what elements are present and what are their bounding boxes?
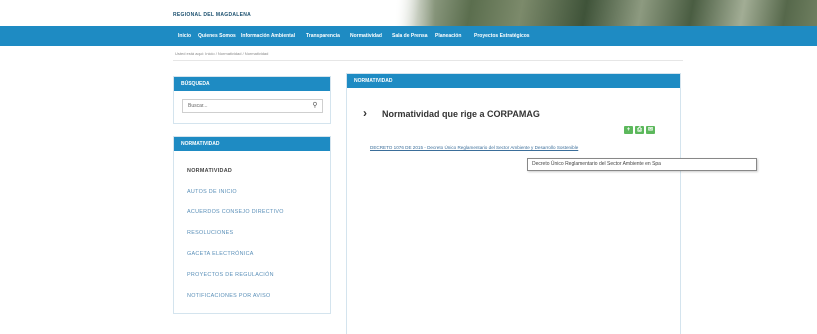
search-widget-title: BÚSQUEDA <box>174 77 330 91</box>
main-navbar: Inicio Quienes Somos Información Ambient… <box>0 26 817 46</box>
side-item-gaceta-electronica[interactable]: GACETA ELECTRÓNICA <box>187 251 254 257</box>
header-banner-image <box>395 0 817 26</box>
nav-item-informacion-ambiental[interactable]: Información Ambiental <box>241 33 295 39</box>
site-header: REGIONAL DEL MAGDALENA <box>0 0 817 26</box>
breadcrumb[interactable]: Usted está aquí: Inicio / Normatividad /… <box>175 51 268 56</box>
print-icon[interactable]: ⎙ <box>635 126 644 134</box>
nav-item-sala-de-prensa[interactable]: Sala de Prensa <box>392 33 428 39</box>
main-content-panel: NORMATIVIDAD › Normatividad que rige a C… <box>346 73 681 334</box>
banner-fade <box>395 0 435 26</box>
search-placeholder: Buscar... <box>188 103 208 109</box>
normatividad-widget: NORMATIVIDAD NORMATIVIDAD AUTOS DE INICI… <box>173 136 331 314</box>
breadcrumb-divider <box>173 60 683 61</box>
main-panel-title: NORMATIVIDAD <box>347 74 680 88</box>
nav-item-proyectos-estrategicos[interactable]: Proyectos Estratégicos <box>474 33 530 39</box>
email-icon[interactable]: ✉ <box>646 126 655 134</box>
link-tooltip: Decreto Único Reglamentario del Sector A… <box>527 158 757 171</box>
side-item-notificaciones[interactable]: NOTIFICACIONES POR AVISO <box>187 293 270 299</box>
nav-item-quienes-somos[interactable]: Quienes Somos <box>198 33 236 39</box>
normatividad-widget-title: NORMATIVIDAD <box>174 137 330 151</box>
search-input[interactable]: Buscar... ⚲ <box>182 99 323 113</box>
search-icon[interactable]: ⚲ <box>310 100 320 112</box>
brand-name[interactable]: REGIONAL DEL MAGDALENA <box>173 12 251 18</box>
search-widget: BÚSQUEDA Buscar... ⚲ <box>173 76 331 124</box>
nav-item-normatividad[interactable]: Normatividad <box>350 33 382 39</box>
side-item-normatividad[interactable]: NORMATIVIDAD <box>187 168 232 174</box>
chevron-right-icon: › <box>363 106 367 120</box>
nav-item-planeacion[interactable]: Planeación <box>435 33 461 39</box>
side-item-autos-de-inicio[interactable]: AUTOS DE INICIO <box>187 189 237 195</box>
nav-item-inicio[interactable]: Inicio <box>178 33 191 39</box>
page-title: Normatividad que rige a CORPAMAG <box>382 109 540 119</box>
side-item-proyectos-regulacion[interactable]: PROYECTOS DE REGULACIÓN <box>187 272 274 278</box>
side-item-resoluciones[interactable]: RESOLUCIONES <box>187 230 233 236</box>
decree-document-link[interactable]: DECRETO 1076 DE 2015 - Decreto Único Reg… <box>370 145 578 150</box>
nav-item-transparencia[interactable]: Transparencia <box>306 33 340 39</box>
share-icon[interactable]: + <box>624 126 633 134</box>
side-item-acuerdos-consejo[interactable]: ACUERDOS CONSEJO DIRECTIVO <box>187 209 284 215</box>
